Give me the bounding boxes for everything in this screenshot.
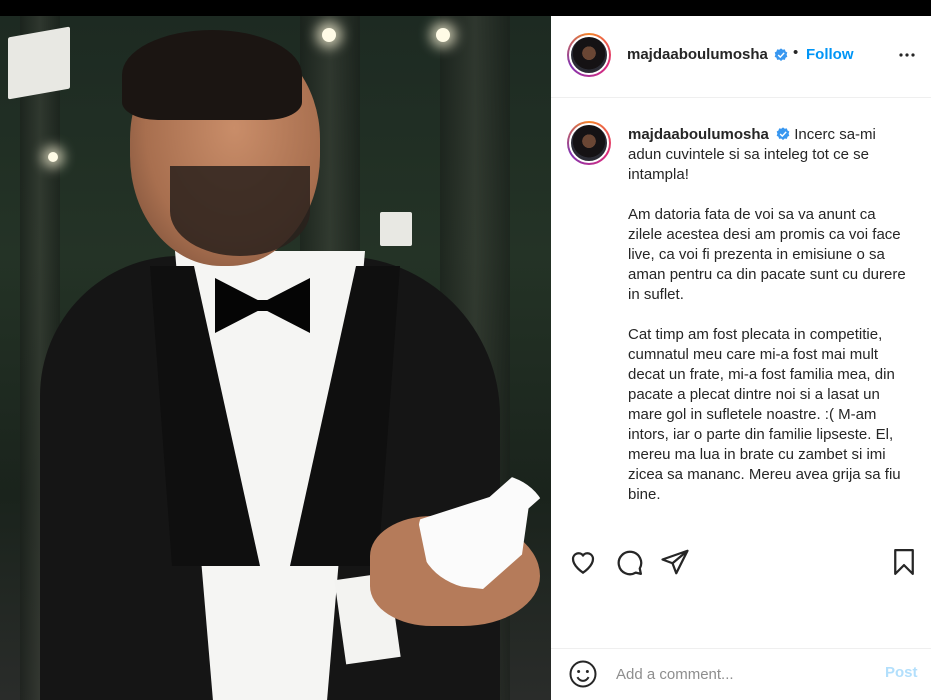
string-light bbox=[48, 152, 58, 162]
share-icon[interactable] bbox=[660, 547, 690, 577]
string-light bbox=[436, 28, 450, 42]
caption: majdaaboulumosha Incerc sa-mi adun cuvin… bbox=[628, 125, 913, 505]
emoji-icon[interactable] bbox=[568, 659, 598, 689]
verified-badge-icon bbox=[774, 48, 788, 61]
more-options-icon[interactable] bbox=[895, 43, 919, 70]
username-link[interactable]: majdaaboulumosha bbox=[627, 46, 768, 63]
separator-dot: • bbox=[793, 44, 799, 61]
caption-text: Am datoria fata de voi sa va anunt ca zi… bbox=[628, 206, 906, 303]
post-side-panel: majdaaboulumosha • Follow majdaaboulumos… bbox=[551, 16, 931, 700]
comment-bar: Post bbox=[551, 648, 931, 700]
comment-icon[interactable] bbox=[614, 547, 644, 577]
post-photo[interactable] bbox=[0, 16, 551, 700]
birdhouse bbox=[380, 212, 412, 246]
top-bar bbox=[0, 0, 931, 16]
avatar[interactable] bbox=[567, 121, 611, 165]
verified-badge-icon bbox=[776, 127, 790, 140]
heart-icon[interactable] bbox=[568, 547, 598, 577]
string-light bbox=[322, 28, 336, 42]
post-header: majdaaboulumosha • Follow bbox=[551, 16, 931, 98]
caption-section: majdaaboulumosha Incerc sa-mi adun cuvin… bbox=[551, 99, 931, 533]
avatar[interactable] bbox=[567, 33, 611, 77]
post-comment-button[interactable]: Post bbox=[885, 664, 918, 681]
comment-input[interactable] bbox=[616, 662, 866, 686]
birdhouse bbox=[8, 26, 70, 100]
username-link[interactable]: majdaaboulumosha bbox=[628, 126, 769, 143]
post-actions bbox=[551, 533, 931, 597]
bookmark-icon[interactable] bbox=[889, 547, 919, 577]
caption-text: Cat timp am fost plecata in competitie, … bbox=[628, 326, 901, 503]
follow-button[interactable]: Follow bbox=[806, 46, 854, 63]
beard bbox=[170, 166, 310, 256]
hair bbox=[122, 30, 302, 120]
